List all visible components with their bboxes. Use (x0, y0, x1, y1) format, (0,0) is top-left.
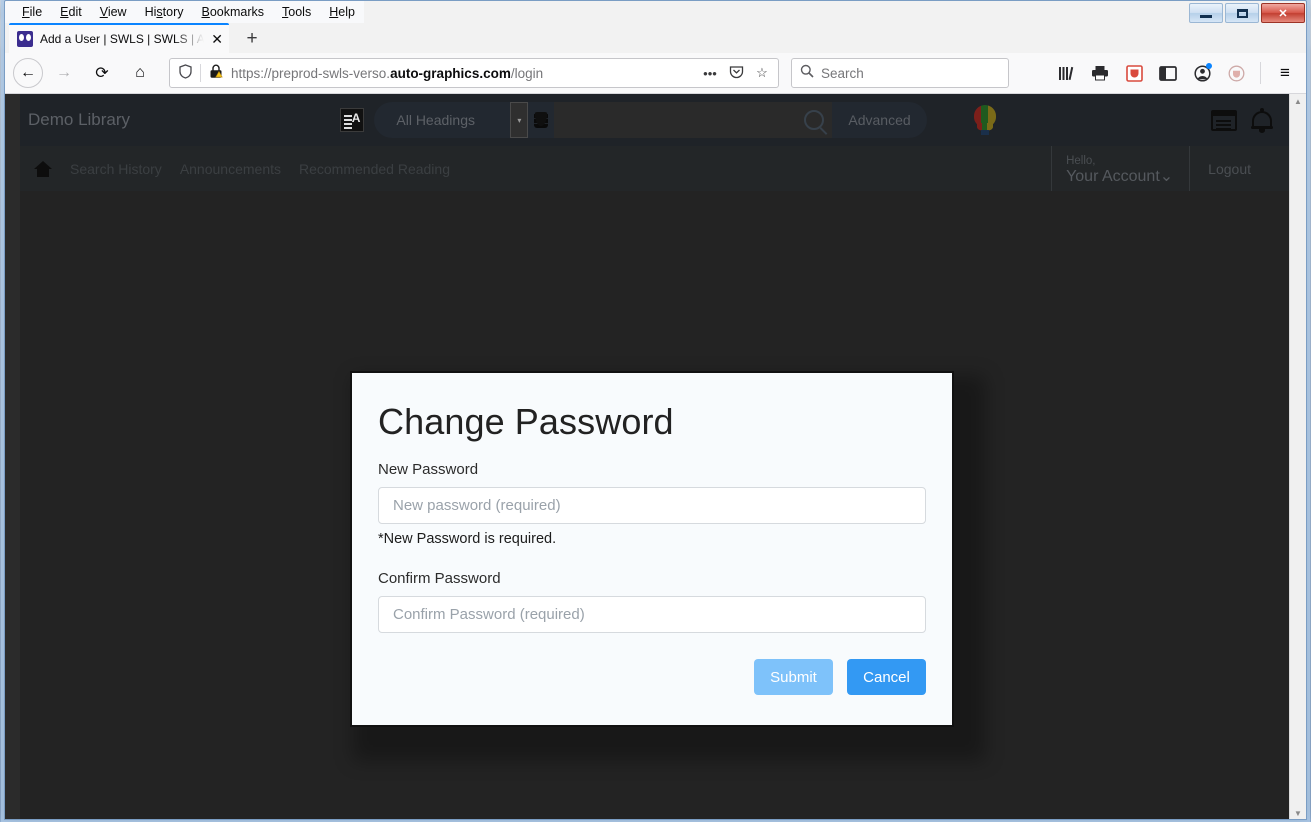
maximize-button[interactable] (1225, 3, 1259, 23)
new-password-placeholder: New password (required) (393, 497, 561, 514)
menu-help[interactable]: Help (320, 3, 364, 21)
language-toggle-icon[interactable]: A (340, 108, 365, 132)
advanced-search-button[interactable]: Advanced (832, 102, 927, 138)
menu-file[interactable]: File (13, 3, 51, 21)
hamburger-menu-icon[interactable]: ≡ (1270, 58, 1300, 88)
new-password-label: New Password (378, 461, 479, 478)
page-scrollbar[interactable]: ▲ ▼ (1289, 94, 1306, 819)
url-text: https://preprod-swls-verso.auto-graphics… (231, 65, 544, 81)
account-menu[interactable]: Hello, Your Account⌄ (1051, 146, 1189, 191)
back-button[interactable]: ← (13, 58, 43, 88)
database-select-icon[interactable] (528, 102, 555, 138)
chevron-down-icon: ⌄ (1159, 167, 1174, 185)
search-input-placeholder: Search (821, 65, 864, 81)
window-controls: ✕ (1189, 3, 1305, 23)
nav-link-search-history[interactable]: Search History (70, 161, 162, 177)
notifications-bell-icon[interactable] (1250, 108, 1273, 133)
site-search-input[interactable] (554, 102, 833, 138)
bookmark-star-icon[interactable]: ☆ (752, 65, 772, 81)
search-icon[interactable] (804, 110, 825, 130)
page-left-margin (5, 94, 20, 819)
insecure-lock-warning-icon[interactable] (207, 64, 225, 82)
menu-bookmarks[interactable]: Bookmarks (193, 3, 274, 21)
chevron-down-icon[interactable]: ▾ (510, 102, 529, 138)
browser-tab-active[interactable]: Add a User | SWLS | SWLS | Auto ✕ (9, 23, 229, 53)
my-lists-icon[interactable] (1210, 109, 1237, 131)
page-actions-icon[interactable]: ••• (700, 66, 720, 81)
library-name: Demo Library (28, 110, 131, 129)
nav-link-recommended-reading[interactable]: Recommended Reading (299, 161, 450, 177)
home-button[interactable]: ⌂ (123, 58, 157, 88)
site-header: Demo Library A All Headings ▾ Advanced (20, 94, 1291, 146)
url-bar[interactable]: https://preprod-swls-verso.auto-graphics… (169, 58, 779, 88)
toolbar-divider (1260, 62, 1261, 84)
close-tab-icon[interactable]: ✕ (211, 32, 223, 46)
tab-strip: Add a User | SWLS | SWLS | Auto ✕ + (5, 23, 1306, 53)
logout-button[interactable]: Logout (1208, 161, 1251, 177)
navigation-toolbar: ← → ⟳ ⌂ https://preprod-swls-verso.auto-… (5, 53, 1306, 94)
new-password-input[interactable]: New password (required) (378, 487, 926, 524)
pocket-icon[interactable] (726, 64, 746, 82)
scroll-down-arrow[interactable]: ▼ (1294, 806, 1302, 819)
submit-button[interactable]: Submit (754, 659, 833, 695)
cancel-button[interactable]: Cancel (847, 659, 926, 695)
new-tab-button[interactable]: + (241, 29, 263, 51)
account-greeting: Hello, (1066, 154, 1096, 167)
menu-view[interactable]: View (91, 3, 136, 21)
account-notification-dot (1206, 63, 1212, 69)
account-name: Your Account⌄ (1066, 167, 1174, 185)
site-nav-bar: Search History Announcements Recommended… (20, 146, 1291, 191)
search-icon (800, 64, 814, 83)
pocket-extension-icon[interactable] (1119, 58, 1149, 88)
close-button[interactable]: ✕ (1261, 3, 1305, 23)
logout-area: Logout (1189, 146, 1291, 191)
tab-title: Add a User | SWLS | SWLS | Auto (40, 32, 205, 46)
toolbar-icons: ≡ (1051, 58, 1300, 88)
menu-tools[interactable]: Tools (273, 3, 320, 21)
minimize-button[interactable] (1189, 3, 1223, 23)
hot-air-balloon-icon[interactable] (967, 102, 1001, 138)
account-icon[interactable] (1187, 58, 1217, 88)
search-scope-value: All Headings (396, 112, 475, 128)
web-page-content: Demo Library A All Headings ▾ Advanced S… (5, 94, 1291, 819)
site-search-group: A All Headings ▾ Advanced (340, 102, 927, 138)
confirm-password-label: Confirm Password (378, 570, 501, 587)
dialog-title: Change Password (378, 401, 674, 442)
dialog-actions: Submit Cancel (378, 659, 926, 695)
favicon-icon (17, 31, 33, 47)
scroll-up-arrow[interactable]: ▲ (1294, 94, 1302, 109)
confirm-password-placeholder: Confirm Password (required) (393, 606, 585, 623)
browser-window: ✕ File Edit View History Bookmarks Tools… (4, 0, 1307, 820)
menu-history[interactable]: History (136, 3, 193, 21)
reload-button[interactable]: ⟳ (85, 58, 119, 88)
new-password-error: *New Password is required. (378, 531, 557, 547)
search-bar[interactable]: Search (791, 58, 1009, 88)
print-icon[interactable] (1085, 58, 1115, 88)
menu-bar: File Edit View History Bookmarks Tools H… (5, 1, 364, 23)
search-scope-select[interactable]: All Headings (374, 102, 511, 138)
confirm-password-input[interactable]: Confirm Password (required) (378, 596, 926, 633)
menu-edit[interactable]: Edit (51, 3, 91, 21)
home-icon[interactable] (34, 160, 52, 177)
pocket-save-icon[interactable] (1221, 58, 1251, 88)
sidebar-icon[interactable] (1153, 58, 1183, 88)
change-password-dialog: Change Password New Password New passwor… (350, 371, 954, 727)
url-divider (200, 64, 201, 82)
account-area: Hello, Your Account⌄ Logout (1051, 146, 1291, 191)
tracking-protection-shield-icon[interactable] (176, 64, 194, 82)
forward-button[interactable]: → (47, 58, 81, 88)
header-icon-group (1210, 108, 1273, 133)
library-icon[interactable] (1051, 58, 1081, 88)
nav-link-announcements[interactable]: Announcements (180, 161, 281, 177)
